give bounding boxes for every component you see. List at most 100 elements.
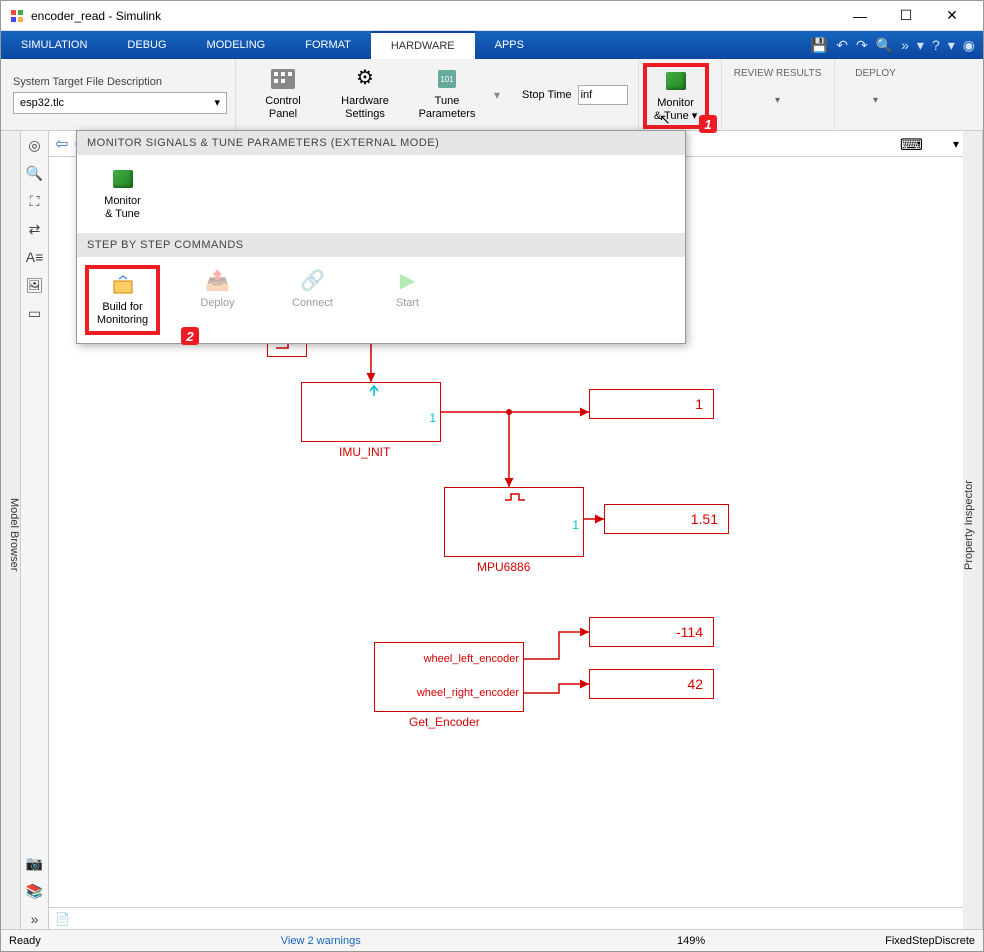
tab-simulation[interactable]: SIMULATION [1,31,107,59]
chevron-down-icon[interactable]: ▾ [953,137,959,151]
connect-icon: 🔗 [301,269,325,293]
display-1[interactable]: 1 [589,389,714,419]
control-panel-button[interactable]: Control Panel [248,63,318,121]
stop-time-label: Stop Time [522,89,572,101]
display-2[interactable]: 1.51 [604,504,729,534]
review-results-label: REVIEW RESULTS [734,67,822,80]
quick-access-toolbar: 💾 ↶ ↷ 🔍 » ▾ ? ▾ ◉ [811,37,975,54]
expand-icon[interactable]: » [25,909,45,929]
camera-icon[interactable]: 📷 [25,853,45,873]
annotation-icon[interactable]: A≡ [25,247,45,267]
deploy-dropdown-button[interactable]: 📤 Deploy [180,265,255,335]
step-marker-2: 2 [181,327,199,345]
imu-init-block[interactable]: 1 [301,382,441,442]
get-encoder-block[interactable]: wheel_left_encoder wheel_right_encoder [374,642,524,712]
library-icon[interactable]: 📚 [25,881,45,901]
hardware-settings-label: Hardware Settings [341,95,389,121]
target-file-label: System Target File Description [13,76,227,88]
build-label: Build for Monitoring [97,301,148,327]
model-browser-tab[interactable]: Model Browser [1,131,21,929]
fit-icon[interactable]: ⛶ [25,191,45,211]
start-dropdown-label: Start [396,297,419,310]
image-icon[interactable]: 🖼 [25,275,45,295]
tune-parameters-label: Tune Parameters [419,95,476,121]
target-file-combo[interactable]: esp32.tlc ▾ [13,92,227,114]
mpu6886-block[interactable]: 1 [444,487,584,557]
imu-init-label: IMU_INIT [339,445,390,459]
target-file-value: esp32.tlc [20,97,64,109]
chevron-down-icon: ▾ [775,94,780,107]
build-icon [111,273,135,297]
nav-back-icon[interactable]: ⇦ [55,134,68,154]
window-title: encoder_read - Simulink [31,9,837,23]
dropdown2-icon[interactable]: ▾ [948,37,955,54]
control-panel-label: Control Panel [265,95,300,121]
svg-text:101: 101 [440,75,454,84]
dropdown-icon[interactable]: ▾ [917,37,924,54]
titlebar: encoder_read - Simulink — ☐ ✕ [1,1,983,31]
fullscreen-icon[interactable]: ◉ [963,37,975,54]
tab-hardware[interactable]: HARDWARE [371,31,475,59]
save-icon[interactable]: 💾 [811,37,828,54]
chip-run-icon [664,69,688,93]
model-icon[interactable]: 📄 [55,912,70,926]
wheel-right-label: wheel_right_encoder [417,687,519,699]
stop-time-input[interactable] [578,85,628,105]
get-encoder-label: Get_Encoder [409,715,480,729]
target-icon[interactable]: ◎ [25,135,45,155]
status-zoom: 149% [677,935,705,947]
minimize-button[interactable]: — [837,1,883,31]
display-4-value: 42 [687,676,703,692]
property-inspector-tab[interactable]: Property Inspector [963,131,983,929]
undo-icon[interactable]: ↶ [836,37,848,54]
monitor-tune-dropdown-button[interactable]: Monitor & Tune [85,163,160,225]
chevron-down-icon: ▾ [873,94,878,107]
dropdown-header-1: MONITOR SIGNALS & TUNE PARAMETERS (EXTER… [77,131,685,155]
tab-apps[interactable]: APPS [475,31,544,59]
review-results-button[interactable]: REVIEW RESULTS ▾ [734,63,822,107]
port-number: 1 [429,411,436,425]
tab-format[interactable]: FORMAT [285,31,371,59]
deploy-button[interactable]: DEPLOY ▾ [847,63,905,107]
display-4[interactable]: 42 [589,669,714,699]
help-icon[interactable]: ? [932,37,940,53]
search-icon[interactable]: 🔍 [876,37,893,54]
block-icon[interactable]: ▭ [25,303,45,323]
wheel-left-label: wheel_left_encoder [424,653,519,665]
build-for-monitoring-button[interactable]: Build for Monitoring [85,265,160,335]
toolstrip: System Target File Description esp32.tlc… [1,59,983,131]
canvas-bottom-bar: 📄 [49,907,963,929]
monitor-tune-label: Monitor & Tune ▾ [654,97,697,123]
swap-icon[interactable]: ⇄ [25,219,45,239]
zoom-icon[interactable]: 🔍 [25,163,45,183]
canvas-toolbar: ◎ 🔍 ⛶ ⇄ A≡ 🖼 ▭ 📷 📚 » [21,131,49,929]
status-solver: FixedStepDiscrete [885,935,975,947]
keyboard-icon[interactable]: ⌨ [900,135,923,155]
tab-modeling[interactable]: MODELING [187,31,286,59]
tune-parameters-button[interactable]: 101 Tune Parameters [412,63,482,121]
redo-icon[interactable]: ↷ [856,37,868,54]
group-dropdown-icon[interactable]: ▾ [494,88,500,102]
hardware-settings-button[interactable]: ⚙ Hardware Settings [330,63,400,121]
arrow-icon[interactable]: » [901,37,909,53]
port-number: 1 [572,518,579,532]
deploy-icon: 📤 [206,269,230,293]
spacer [25,331,45,845]
maximize-button[interactable]: ☐ [883,1,929,31]
chip-run-icon [111,167,135,191]
display-1-value: 1 [695,396,703,412]
tab-debug[interactable]: DEBUG [107,31,186,59]
connect-dropdown-label: Connect [292,297,333,310]
mpu6886-label: MPU6886 [477,560,530,574]
start-dropdown-button[interactable]: ▶ Start [370,265,445,335]
status-bar: Ready View 2 warnings 149% FixedStepDisc… [1,929,983,951]
close-button[interactable]: ✕ [929,1,975,31]
status-warnings[interactable]: View 2 warnings [281,935,361,947]
app-icon [9,8,25,24]
display-3-value: -114 [676,624,703,640]
connect-dropdown-button[interactable]: 🔗 Connect [275,265,350,335]
monitor-dropdown-panel: MONITOR SIGNALS & TUNE PARAMETERS (EXTER… [76,130,686,344]
status-ready: Ready [9,935,41,947]
display-3[interactable]: -114 [589,617,714,647]
monitor-tune-dropdown-label: Monitor & Tune [104,195,141,221]
